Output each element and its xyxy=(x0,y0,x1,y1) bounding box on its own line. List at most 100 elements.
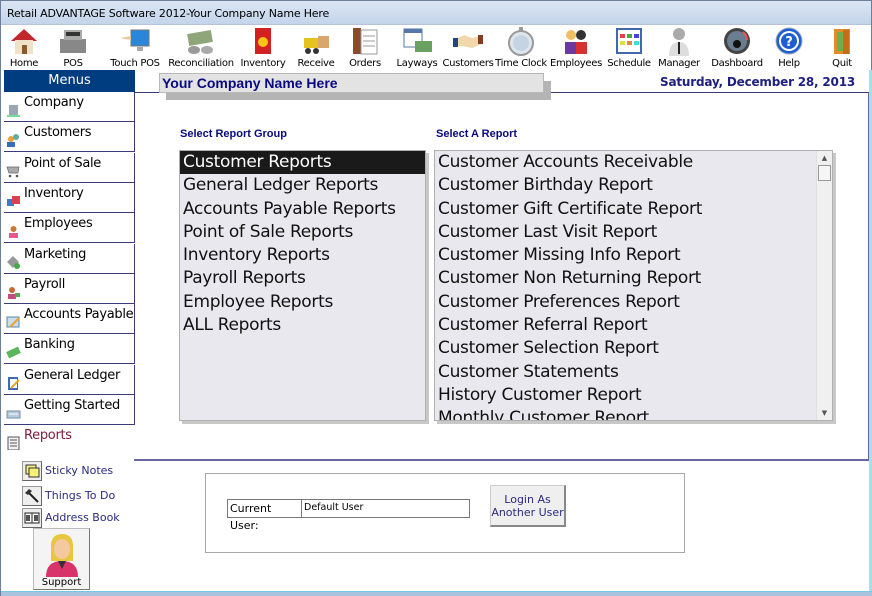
sidebar-item-label: Company xyxy=(24,95,84,110)
toolbar-dashboard-button[interactable]: Dashboard xyxy=(707,25,767,70)
toolbar-pos-button[interactable]: POS xyxy=(51,25,95,70)
sidebar-item-company[interactable]: Company xyxy=(4,92,135,122)
things-to-do-label: Things To Do xyxy=(45,489,116,502)
sidebar-item-reports[interactable]: Reports xyxy=(4,425,135,456)
sidebar-item-label: Marketing xyxy=(24,246,87,262)
report-group-option[interactable]: General Ledger Reports xyxy=(180,174,425,197)
menus-header: Menus xyxy=(4,70,135,92)
toolbar-receive-button[interactable]: Receive xyxy=(292,25,340,70)
manager-icon xyxy=(663,26,695,56)
report-group-option[interactable]: ALL Reports xyxy=(180,314,425,337)
marketing-tag-icon xyxy=(6,254,21,269)
toolbar-employees-button[interactable]: Employees xyxy=(548,25,604,70)
sidebar-item-employees[interactable]: Employees xyxy=(4,213,135,244)
sidebar-item-banking[interactable]: Banking xyxy=(4,334,135,365)
sidebar-item-payroll[interactable]: Payroll xyxy=(4,273,135,304)
report-option[interactable]: History Customer Report xyxy=(435,384,832,407)
sidebar-item-getting-started[interactable]: Getting Started xyxy=(4,395,135,425)
toolbar-schedule-button[interactable]: Schedule xyxy=(604,25,654,70)
toolbar-layways-button[interactable]: Layways xyxy=(391,25,443,70)
report-option[interactable]: Customer Selection Report xyxy=(435,337,832,360)
login-as-another-user-button[interactable]: Login As Another User xyxy=(490,485,566,527)
report-group-option[interactable]: Accounts Payable Reports xyxy=(180,198,425,221)
sidebar-item-customers[interactable]: Customers xyxy=(4,122,135,153)
report-option[interactable]: Customer Non Returning Report xyxy=(435,267,832,290)
report-group-option[interactable]: Point of Sale Reports xyxy=(180,221,425,244)
order-form-icon xyxy=(349,26,381,56)
sidebar-item-point-of-sale[interactable]: Point of Sale xyxy=(4,152,135,183)
toolbar-time-clock-button[interactable]: Time Clock xyxy=(495,25,547,70)
toolbar-label: Quit xyxy=(832,58,852,69)
current-date: Saturday, December 28, 2013 xyxy=(660,75,855,89)
toolbar-label: Orders xyxy=(349,58,381,69)
forklift-icon xyxy=(300,26,332,56)
report-group-option[interactable]: Customer Reports xyxy=(180,151,425,175)
toolbar-touch-pos-button[interactable]: Touch POS xyxy=(106,25,164,70)
report-group-option[interactable]: Employee Reports xyxy=(180,291,425,314)
sidebar-item-general-ledger[interactable]: General Ledger xyxy=(4,364,135,395)
toolbar-reconciliation-button[interactable]: Reconciliation xyxy=(168,25,234,70)
report-list-scrollbar[interactable]: ▲ ▼ xyxy=(816,151,832,420)
toolbar-label: Employees xyxy=(549,58,603,69)
sidebar-menu: Menus Company Customers Point of Sale Inven… xyxy=(4,70,135,460)
toolbar-inventory-button[interactable]: Inventory xyxy=(237,25,289,70)
payroll-icon xyxy=(6,284,21,299)
support-agent-icon xyxy=(46,534,78,577)
report-option[interactable]: Customer Missing Info Report xyxy=(435,244,832,267)
cash-register-icon xyxy=(57,26,89,56)
current-user-label: Current User: xyxy=(228,500,302,532)
toolbar-quit-button[interactable]: Quit xyxy=(814,25,870,70)
report-group-listbox[interactable]: Customer Reports General Ledger Reports Ac… xyxy=(179,150,426,421)
report-option[interactable]: Customer Gift Certificate Report xyxy=(435,198,832,221)
sticky-note-icon xyxy=(22,461,42,481)
help-icon: ? xyxy=(773,26,805,56)
people-group-icon xyxy=(560,26,592,56)
report-group-option[interactable]: Payroll Reports xyxy=(180,267,425,290)
stopwatch-icon xyxy=(505,26,537,56)
toolbar-label: Inventory xyxy=(240,58,286,69)
toolbar-customers-button[interactable]: Customers xyxy=(441,25,495,70)
toolbar-manager-button[interactable]: Manager xyxy=(655,25,703,70)
toolbar-help-button[interactable]: ? Help xyxy=(765,25,813,70)
toolbar-orders-button[interactable]: Orders xyxy=(341,25,389,70)
sidebar-item-label: Accounts Payable xyxy=(24,307,134,323)
report-option[interactable]: Customer Preferences Report xyxy=(435,291,832,314)
toolbar-label: Reconciliation xyxy=(168,58,234,69)
support-button[interactable]: Support xyxy=(33,528,90,590)
cart-icon xyxy=(6,163,21,177)
sidebar-item-label: General Ledger xyxy=(24,367,121,383)
toolbar-label: Help xyxy=(778,58,800,69)
report-listbox[interactable]: Customer Accounts Receivable Customer Bir… xyxy=(434,150,833,421)
scroll-down-arrow-icon[interactable]: ▼ xyxy=(817,406,832,420)
report-option[interactable]: Customer Accounts Receivable xyxy=(435,151,832,174)
sidebar-item-inventory[interactable]: Inventory xyxy=(4,182,135,213)
toolbar-home-button[interactable]: Home xyxy=(1,25,47,70)
window-title: Retail ADVANTAGE Software 2012-Your Comp… xyxy=(7,7,330,20)
sidebar-item-label: Banking xyxy=(24,337,75,353)
calendar-money-icon xyxy=(401,26,433,56)
sidebar-item-label: Customers xyxy=(24,125,92,141)
report-option[interactable]: Customer Referral Report xyxy=(435,314,832,337)
sidebar-item-marketing[interactable]: Marketing xyxy=(4,243,135,274)
money-coins-icon xyxy=(185,26,217,56)
report-option[interactable]: Customer Last Visit Report xyxy=(435,221,832,244)
sticky-notes-label: Sticky Notes xyxy=(45,464,114,477)
ledger-pen-icon xyxy=(6,375,21,390)
sidebar-item-accounts-payable[interactable]: Accounts Payable xyxy=(4,304,135,335)
inventory-boxes-icon xyxy=(6,193,21,207)
current-user-field: Current User: Default User xyxy=(227,499,470,532)
scroll-thumb[interactable] xyxy=(818,165,831,181)
report-group-label: Select Report Group xyxy=(180,128,287,140)
main-toolbar: Home POS Touch POS Reconciliation Inventory R… xyxy=(1,25,871,70)
toolbar-label: Time Clock xyxy=(495,58,547,69)
scroll-up-arrow-icon[interactable]: ▲ xyxy=(817,151,832,165)
gauge-icon xyxy=(721,26,753,56)
toolbar-label: Touch POS xyxy=(110,58,160,69)
report-option[interactable]: Monthly Customer Report xyxy=(435,407,832,420)
report-option[interactable]: Customer Statements xyxy=(435,361,832,384)
app-window: Retail ADVANTAGE Software 2012-Your Comp… xyxy=(0,0,872,596)
report-option[interactable]: Customer Birthday Report xyxy=(435,174,832,197)
keyboard-icon xyxy=(6,405,21,419)
address-book-label: Address Book xyxy=(45,511,120,524)
report-group-option[interactable]: Inventory Reports xyxy=(180,244,425,267)
